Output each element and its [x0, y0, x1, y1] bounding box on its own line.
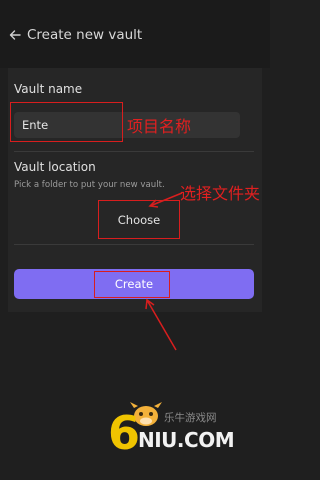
watermark-digit: 6	[108, 406, 141, 460]
annotation-arrow-create	[145, 298, 177, 351]
watermark-brand: NIU.COM	[138, 428, 235, 452]
watermark-logo: 6 乐牛游戏网 NIU.COM	[108, 400, 258, 460]
watermark-cn-text: 乐牛游戏网	[164, 412, 217, 424]
annotation-arrow-choose	[148, 192, 183, 208]
